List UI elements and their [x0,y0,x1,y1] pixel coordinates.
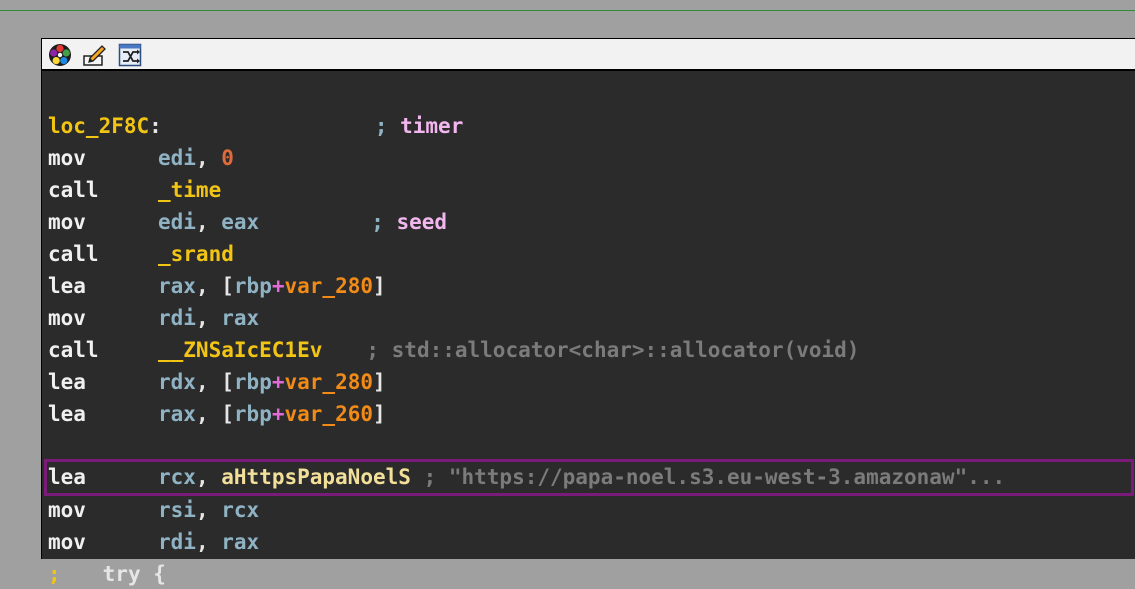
stack-variable[interactable]: var_280 [285,274,374,298]
asm-line[interactable]: lea rax, [rbp+var_280] [48,271,386,301]
function-reference[interactable]: _time [158,178,221,202]
mnemonic: lea [48,274,86,298]
mnemonic: call [48,178,99,202]
comment: seed [396,210,448,234]
mnemonic: mov [48,530,86,554]
string-reference[interactable]: aHttpsPapaNoelS [221,465,411,489]
comment: try { [102,562,166,586]
asm-line[interactable]: lea rdx, [rbp+var_280] [48,367,386,397]
view-toolbar [42,39,1135,71]
asm-line[interactable]: mov edi, eax; seed [48,207,447,237]
asm-line[interactable]: mov rdi, rax [48,527,259,557]
function-reference[interactable]: __ZNSaIcEC1Ev [158,338,322,362]
asm-line[interactable]: loc_2F8C:; timer [48,111,463,141]
mnemonic: mov [48,210,86,234]
asm-line[interactable]: ; try { [48,559,166,589]
stack-variable[interactable]: var_280 [285,370,374,394]
mnemonic: lea [48,370,86,394]
disassembly-view[interactable]: loc_2F8C:; timer mov edi, 0 call _time mov… [41,38,1135,586]
graph-overview-icon[interactable] [48,43,72,67]
comment: ; "https://papa-noel.s3.eu-west-3.amazon… [423,465,1006,489]
asm-line[interactable]: call __ZNSaIcEC1Ev ; std::allocator<char>:… [48,335,859,365]
asm-line-selected[interactable]: lea rcx, aHttpsPapaNoelS ; "https://papa-… [48,462,1005,492]
mnemonic: lea [48,402,86,426]
mnemonic: mov [48,306,86,330]
edit-icon[interactable] [82,43,106,67]
stack-variable[interactable]: var_260 [285,402,374,426]
mnemonic: call [48,338,99,362]
asm-line[interactable]: mov edi, 0 [48,143,234,173]
asm-line[interactable]: mov rsi, rcx [48,495,259,525]
code-label[interactable]: loc_2F8C [48,114,149,138]
function-reference[interactable]: _srand [158,242,234,266]
mnemonic: mov [48,146,86,170]
disassembly-listing[interactable]: loc_2F8C:; timer mov edi, 0 call _time mov… [42,71,1135,586]
mnemonic: lea [48,465,86,489]
switch-view-icon[interactable] [118,43,142,67]
comment: ; std::allocator<char>::allocator(void) [366,338,860,362]
comment: timer [400,114,464,138]
mnemonic: call [48,242,99,266]
asm-line[interactable]: call _time [48,175,221,205]
mnemonic: mov [48,498,86,522]
asm-line[interactable]: call _srand [48,239,234,269]
asm-line[interactable]: lea rax, [rbp+var_260] [48,399,386,429]
asm-line[interactable]: mov rdi, rax [48,303,259,333]
window-top-border [0,10,1135,11]
